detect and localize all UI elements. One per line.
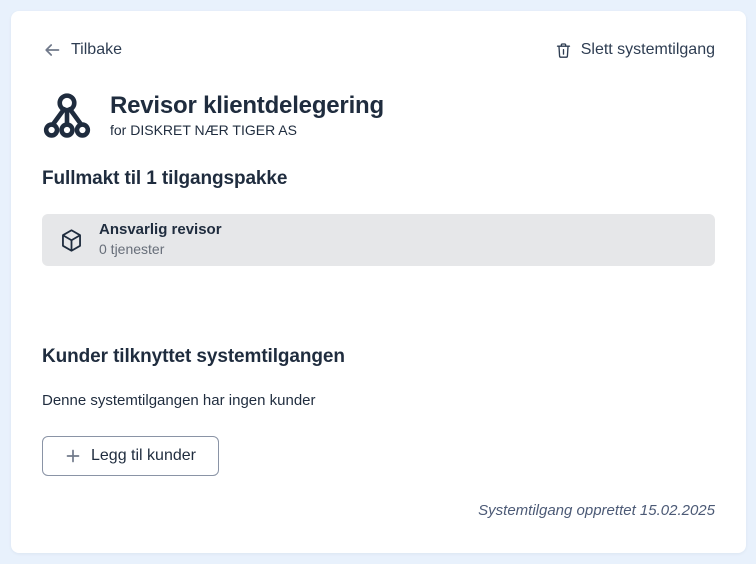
delete-system-access-link[interactable]: Slett systemtilgang bbox=[554, 41, 715, 60]
customers-empty-text: Denne systemtilgangen har ingen kunder bbox=[42, 392, 316, 409]
customers-section-heading: Kunder tilknyttet systemtilgangen bbox=[42, 346, 345, 367]
page-subtitle: for DISKRET NÆR TIGER AS bbox=[110, 122, 297, 139]
package-name: Ansvarlig revisor bbox=[99, 221, 222, 239]
arrow-left-icon bbox=[42, 40, 62, 60]
add-customers-button[interactable]: Legg til kunder bbox=[42, 436, 219, 476]
delete-link-label: Slett systemtilgang bbox=[580, 41, 715, 58]
plus-icon bbox=[65, 448, 81, 464]
package-cube-icon bbox=[58, 227, 85, 254]
back-link[interactable]: Tilbake bbox=[42, 40, 122, 60]
access-package-row[interactable]: Ansvarlig revisor 0 tjenester bbox=[42, 214, 715, 266]
page-title: Revisor klientdelegering bbox=[110, 91, 384, 119]
card-header: Tilbake Slett systemtilgang bbox=[42, 40, 715, 60]
hierarchy-icon bbox=[42, 90, 92, 140]
system-access-card: Tilbake Slett systemtilgang Revisor klie… bbox=[11, 11, 746, 553]
back-link-label: Tilbake bbox=[71, 41, 122, 58]
package-services-count: 0 tjenester bbox=[99, 241, 165, 258]
trash-icon bbox=[554, 41, 573, 60]
title-block: Revisor klientdelegering for DISKRET NÆR… bbox=[42, 90, 715, 140]
created-date-note: Systemtilgang opprettet 15.02.2025 bbox=[478, 502, 715, 519]
add-customers-button-label: Legg til kunder bbox=[91, 447, 196, 464]
packages-section-heading: Fullmakt til 1 tilgangspakke bbox=[42, 168, 288, 189]
